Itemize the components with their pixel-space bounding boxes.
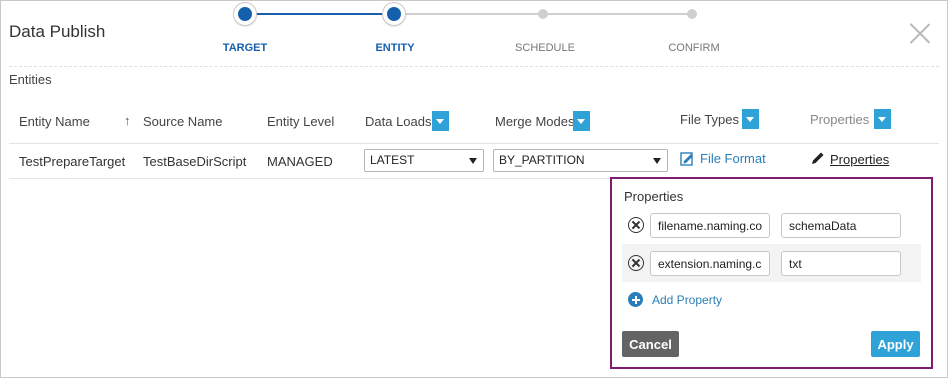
dialog-title: Data Publish (9, 22, 106, 41)
col-header-data-loads: Data Loads (365, 114, 432, 129)
data-load-select[interactable]: LATEST (364, 149, 484, 172)
stepper-progress-line (245, 13, 394, 15)
properties-link[interactable]: Properties (810, 151, 889, 167)
remove-property-icon[interactable] (628, 217, 644, 233)
property-value-input[interactable] (781, 213, 901, 238)
properties-popover: Properties Add Property Cancel Apply (610, 177, 933, 369)
apply-button[interactable]: Apply (871, 331, 920, 357)
table-row-bottom-divider (9, 178, 616, 179)
cell-source-name: TestBaseDirScript (143, 154, 247, 169)
step-confirm-label: CONFIRM (668, 42, 720, 54)
property-row (622, 206, 921, 244)
step-target-dot[interactable] (234, 3, 256, 25)
step-confirm-dot (687, 9, 697, 19)
add-property-button[interactable]: Add Property (628, 292, 722, 307)
property-value-input[interactable] (781, 251, 901, 276)
cell-entity-name: TestPrepareTarget (19, 154, 126, 169)
merge-mode-select[interactable]: BY_PARTITION (493, 149, 668, 172)
cancel-button[interactable]: Cancel (622, 331, 679, 357)
step-target-label[interactable]: TARGET (223, 42, 267, 54)
property-key-input[interactable] (650, 251, 770, 276)
file-edit-icon (680, 152, 693, 166)
data-load-value: LATEST (370, 153, 415, 167)
header-divider (9, 66, 939, 67)
properties-link-label: Properties (830, 152, 890, 167)
step-schedule-label: SCHEDULE (515, 42, 575, 54)
add-property-label: Add Property (652, 293, 723, 307)
pencil-icon (812, 152, 824, 164)
file-format-label: File Format (700, 151, 766, 166)
file-types-dropdown-button[interactable] (742, 109, 759, 129)
col-header-source-name[interactable]: Source Name (143, 114, 222, 129)
cell-entity-level: MANAGED (267, 154, 333, 169)
step-entity-label[interactable]: ENTITY (375, 42, 414, 54)
merge-mode-value: BY_PARTITION (499, 153, 585, 167)
close-icon[interactable] (909, 22, 931, 44)
plus-circle-icon (628, 292, 643, 307)
file-format-link[interactable]: File Format (680, 151, 766, 166)
col-header-entity-name: Entity Name (19, 114, 90, 129)
property-key-input[interactable] (650, 213, 770, 238)
step-schedule-dot (538, 9, 548, 19)
table-row-divider (9, 143, 939, 144)
col-header-merge-modes: Merge Modes (495, 114, 575, 129)
caret-down-icon (469, 158, 477, 164)
col-header-file-types: File Types (680, 112, 740, 127)
merge-modes-dropdown-button[interactable] (573, 111, 590, 131)
properties-dropdown-button[interactable] (874, 109, 891, 129)
data-loads-dropdown-button[interactable] (432, 111, 449, 131)
remove-property-icon[interactable] (628, 255, 644, 271)
section-label: Entities (9, 72, 52, 87)
property-row (622, 244, 921, 282)
step-entity-dot[interactable] (383, 3, 405, 25)
col-header-properties: Properties (810, 112, 870, 127)
caret-down-icon (653, 158, 661, 164)
arrow-up-icon[interactable]: ↑ (124, 113, 131, 128)
popover-title: Properties (624, 189, 684, 204)
col-header-entity-level: Entity Level (267, 114, 335, 129)
